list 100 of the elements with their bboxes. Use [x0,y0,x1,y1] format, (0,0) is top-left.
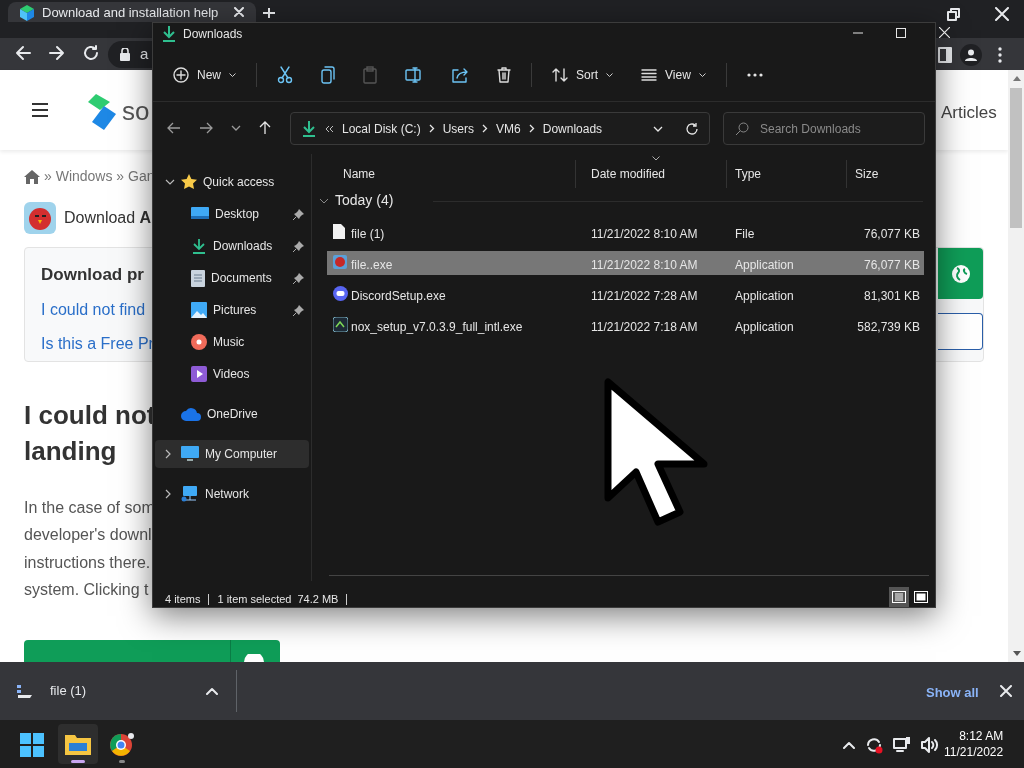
back-icon[interactable] [167,122,181,134]
help-link[interactable]: Is this a Free Pr [41,331,154,356]
browser-tab[interactable]: Download and installation help [8,2,256,22]
pin-icon[interactable] [293,240,305,252]
file-row[interactable]: nox_setup_v7.0.3.9_full_intl.exe 11/21/2022 7:18 AM Application 582,739 KB [327,313,924,337]
address-bar[interactable]: Local Disk (C:) Users VM6 Downloads [290,112,710,145]
file-row[interactable]: file..exe 11/21/2022 8:10 AM Application 76,077 KB [327,251,924,275]
sidebar-item[interactable]: Documents [155,264,309,292]
breadcrumb-item[interactable]: VM6 [496,119,521,138]
forward-icon[interactable] [199,122,213,134]
search-icon [735,122,749,136]
file-size: 76,077 KB [863,257,920,274]
copy-icon[interactable] [321,66,335,84]
close-icon[interactable] [1000,685,1012,697]
file-row[interactable]: file (1) 11/21/2022 8:10 AM File 76,077 KB [327,220,924,244]
clock-date[interactable]: 11/21/2022 [944,744,1004,760]
sidebar-item-icon [181,174,197,190]
launch-button[interactable] [24,640,280,662]
volume-icon[interactable] [921,737,939,753]
share-icon[interactable] [451,67,469,83]
new-button[interactable]: New [165,59,244,91]
sync-icon[interactable] [865,736,883,754]
globe-icon [950,263,971,284]
pin-icon[interactable] [293,272,305,284]
profile-icon[interactable] [960,44,982,66]
address-bar[interactable]: a [108,41,152,68]
more-icon[interactable] [998,47,1002,63]
breadcrumb-item[interactable]: Local Disk (C:) [342,119,421,138]
minimize-icon[interactable] [853,31,863,34]
close-icon[interactable] [995,7,1009,21]
menu-icon[interactable] [31,102,49,118]
chevron-down-icon[interactable] [231,125,241,131]
group-header[interactable]: Today (4) [335,190,394,211]
sidebar-item[interactable]: Quick access [155,168,309,196]
caret-icon [698,72,706,78]
breadcrumb-item[interactable]: Downloads [542,119,603,138]
download-icon [301,119,317,138]
network-icon[interactable] [893,737,911,753]
pin-icon[interactable] [293,304,305,316]
sidebar-icon[interactable] [938,47,952,63]
nav-link[interactable]: Articles [941,100,997,126]
column-header[interactable]: Size [855,160,921,188]
sidebar-item[interactable]: Desktop [155,200,309,228]
sidebar-item[interactable]: Videos [155,360,309,388]
close-icon[interactable] [939,27,950,38]
column-header[interactable]: Type [735,160,847,188]
clock-time[interactable]: 8:12 AM [959,728,1004,744]
cut-icon[interactable] [277,66,293,84]
reload-icon[interactable] [82,44,100,62]
caret-icon [229,72,236,78]
chevron-right-icon[interactable] [165,449,171,459]
file-name: file (1) [351,226,385,243]
back-icon[interactable] [14,44,32,62]
start-icon[interactable] [20,733,44,757]
sidebar-item[interactable]: Pictures [155,296,309,324]
close-icon[interactable] [234,7,245,17]
sidebar-item[interactable]: Network [155,480,309,508]
sidebar-item[interactable]: Downloads [155,232,309,260]
up-icon[interactable] [259,121,271,135]
file-date: 11/21/2022 8:10 AM [591,257,698,274]
chevron-up-icon[interactable] [206,686,218,695]
sidebar-item-icon [191,269,205,287]
more-icon[interactable] [746,73,763,77]
taskbar-app[interactable] [58,724,98,764]
view-button[interactable]: View [633,59,714,91]
file-size: 582,739 KB [857,319,920,336]
forward-icon[interactable] [48,44,66,62]
search-field[interactable]: Search Downloads [723,112,925,145]
show-all-link[interactable]: Show all [926,683,979,703]
column-header[interactable]: Date modified [591,160,727,188]
help-link[interactable]: I could not find [41,297,154,322]
chevron-down-icon[interactable] [165,179,175,185]
sidebar-item[interactable]: OneDrive [155,400,309,428]
overflow-icon[interactable] [325,124,334,133]
chevron-right-icon[interactable] [165,489,171,499]
file-type: Application [735,257,794,274]
sidebar-item[interactable]: My Computer [155,440,309,468]
rename-icon[interactable] [405,67,423,83]
breadcrumb-item[interactable]: Users [442,119,475,138]
tab-title: Download and installation help [42,5,219,20]
sort-button[interactable]: Sort [544,59,622,91]
file-date: 11/21/2022 7:18 AM [591,319,698,336]
scrollbar[interactable] [1008,70,1024,662]
sidebar-item[interactable]: Music [155,328,309,356]
refresh-icon[interactable] [685,121,699,136]
home-icon[interactable] [24,169,40,184]
delete-icon[interactable] [497,67,511,83]
details-view-button[interactable] [889,587,909,607]
restore-icon[interactable] [947,8,961,22]
pin-icon[interactable] [293,208,305,220]
chevron-up-icon[interactable] [843,741,855,749]
download-button[interactable] [938,248,983,299]
file-row[interactable]: DiscordSetup.exe 11/21/2022 7:28 AM Application 81,301 KB [327,282,924,306]
outlined-button[interactable] [938,313,983,350]
file-size: 81,301 KB [863,288,920,305]
new-tab-icon[interactable] [263,8,275,18]
column-header[interactable]: Name [343,160,576,188]
address-text: a [140,44,149,65]
download-item[interactable]: file (1) [50,681,190,701]
maximize-icon[interactable] [896,27,906,38]
